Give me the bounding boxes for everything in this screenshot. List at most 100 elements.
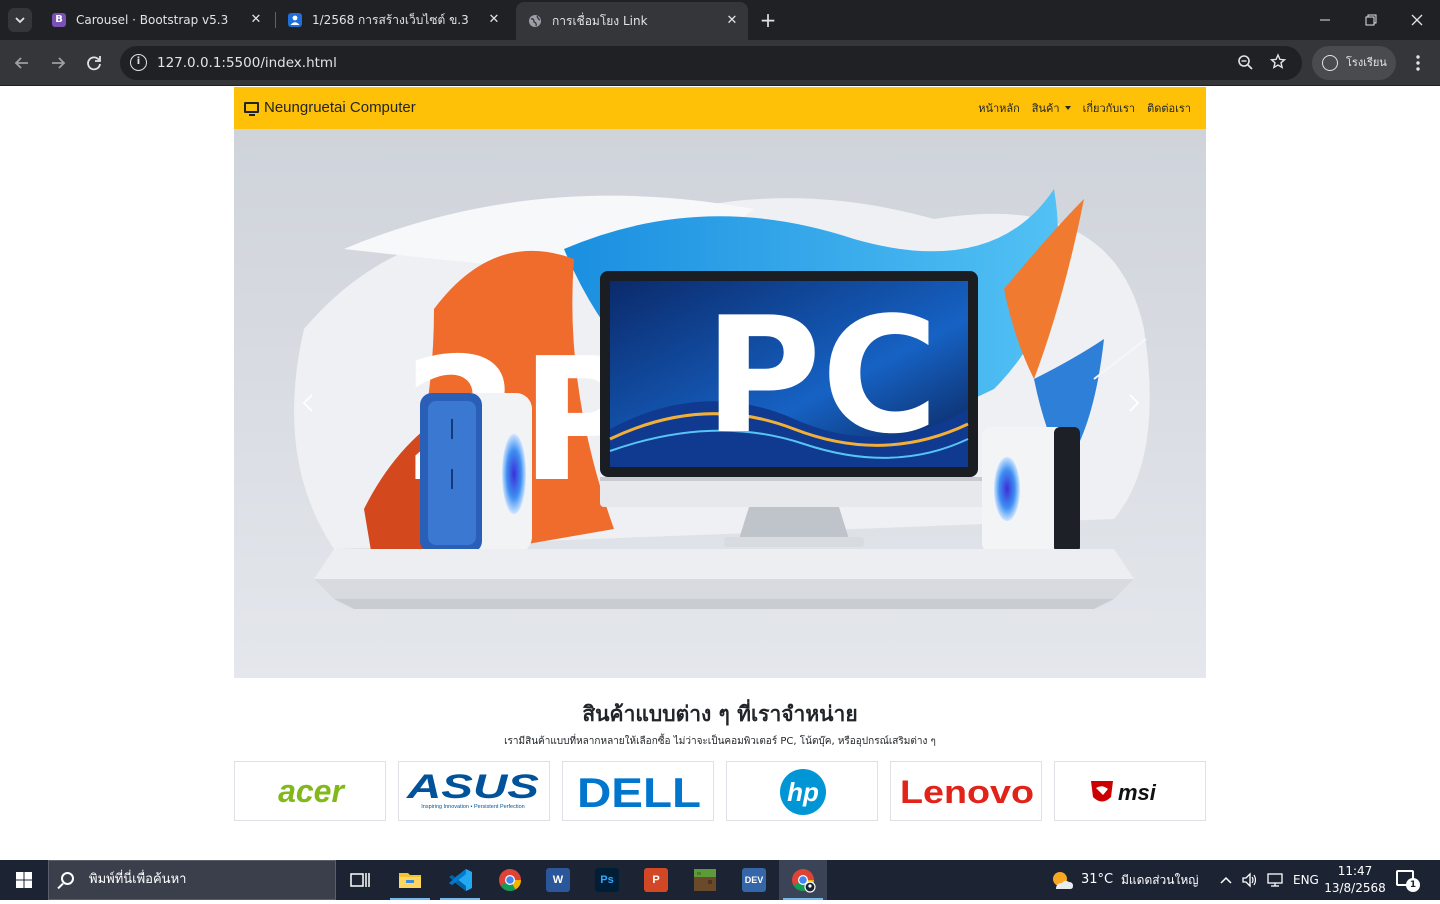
nav-link-home[interactable]: หน้าหลัก [978,99,1020,117]
taskbar-word[interactable]: W [534,860,582,900]
close-icon[interactable]: ✕ [724,2,740,40]
taskbar-search-box[interactable]: พิมพ์ที่นี่เพื่อค้นหา [48,860,336,900]
arrow-left-icon [14,57,28,69]
tab-title: Carousel · Bootstrap v5.3 [76,13,229,27]
back-button[interactable] [8,49,36,77]
taskbar-clock[interactable]: 11:47 13/8/2568 [1320,863,1390,897]
classroom-icon [288,13,302,27]
restore-icon [1365,14,1377,26]
minimize-icon [1320,19,1330,21]
bookmark-star-icon[interactable] [1264,46,1292,80]
browser-tab-strip: B Carousel · Bootstrap v5.3 ✕ 1/2568 การ… [0,0,1440,40]
taskbar-minecraft[interactable] [681,860,729,900]
hp-logo: hp [780,769,826,815]
taskbar-vscode[interactable] [436,860,484,900]
profile-button[interactable]: โรงเรียน [1312,46,1396,80]
new-tab-button[interactable]: + [756,6,780,34]
close-icon[interactable]: ✕ [248,6,264,34]
monitor-icon [244,102,259,116]
svg-text:ASUS: ASUS [406,768,540,806]
browser-tab[interactable]: B Carousel · Bootstrap v5.3 ✕ [40,6,272,34]
search-icon [61,872,74,885]
start-button[interactable] [0,860,48,900]
brand-card-msi[interactable]: msi [1054,761,1206,821]
forward-button[interactable] [44,49,72,77]
windows-taskbar: พิมพ์ที่นี่เพื่อค้นหา W Ps P DEV 31°C มี… [0,860,1440,900]
hero-carousel: 2P PC [234,129,1206,678]
task-view-button[interactable] [336,860,384,900]
reload-button[interactable] [80,49,108,77]
taskbar-devcpp[interactable]: DEV [730,860,778,900]
acer-logo: acer [278,773,345,809]
word-icon: W [546,868,570,892]
taskbar-file-explorer[interactable] [386,860,434,900]
navbar-links: หน้าหลัก สินค้า เกี่ยวกับเรา ติดต่อเรา [978,87,1191,129]
svg-text:DELL: DELL [577,769,701,816]
brand-card-asus[interactable]: ASUS Inspiring Innovation • Persistent P… [398,761,550,821]
nav-link-products[interactable]: สินค้า [1032,99,1071,117]
msi-logo: msi [1091,780,1157,805]
taskbar-search-placeholder: พิมพ์ที่นี่เพื่อค้นหา [89,872,187,887]
browser-tab-active[interactable]: การเชื่อมโยง Link ✕ [516,2,748,40]
browser-tab[interactable]: 1/2568 การสร้างเว็บไซต์ ข.3 ✕ [276,6,510,34]
vscode-icon [449,869,472,891]
zoom-icon[interactable] [1232,46,1260,80]
restore-button[interactable] [1348,0,1394,40]
reload-icon [87,56,101,71]
bootstrap-icon: B [52,13,66,27]
close-window-button[interactable] [1394,0,1440,40]
nav-link-about[interactable]: เกี่ยวกับเรา [1083,99,1136,117]
tab-title: 1/2568 การสร้างเว็บไซต์ ข.3 [312,13,469,27]
carousel-slide-image: 2P PC [234,129,1206,678]
address-url[interactable]: 127.0.0.1:5500/index.html [157,46,337,80]
svg-text:msi: msi [1118,780,1157,805]
taskbar-photoshop[interactable]: Ps [583,860,631,900]
file-explorer-icon [399,873,421,888]
globe-icon [528,14,542,28]
devcpp-icon: DEV [742,868,766,892]
weather-sun-icon[interactable] [1050,869,1074,891]
brand-card-acer[interactable]: acer [234,761,386,821]
nav-link-contact[interactable]: ติดต่อเรา [1147,99,1191,117]
speaker-icon[interactable] [1241,872,1259,888]
network-icon[interactable] [1266,872,1284,888]
chevron-down-icon [15,17,25,24]
chevron-left-icon [302,394,313,412]
brand-label: Neungruetai Computer [264,99,416,116]
navbar-brand[interactable]: Neungruetai Computer [244,87,416,129]
taskbar-chrome[interactable] [486,860,534,900]
svg-text:Inspiring Innovation • Persist: Inspiring Innovation • Persistent Perfec… [421,804,524,810]
weather-condition[interactable]: มีแดดส่วนใหญ่ [1121,860,1199,900]
chrome-profile-icon [792,869,816,893]
notification-center-icon[interactable]: 1 [1396,870,1420,892]
brand-card-hp[interactable]: hp [726,761,878,821]
brand-card-dell[interactable]: DELL [562,761,714,821]
taskbar-chrome-profile[interactable] [779,860,827,900]
address-bar[interactable]: i 127.0.0.1:5500/index.html [120,46,1302,80]
close-icon[interactable]: ✕ [486,6,502,34]
profile-avatar-icon [1322,55,1338,71]
site-info-icon[interactable]: i [130,54,147,71]
svg-text:acer: acer [278,773,345,809]
minimize-button[interactable] [1302,0,1348,40]
weather-temp[interactable]: 31°C [1081,860,1113,900]
tab-search-button[interactable] [8,8,32,32]
dell-logo: DELL [577,769,701,816]
slide-logo-right: PC [704,282,939,469]
powerpoint-icon: P [644,868,668,892]
site-navbar: Neungruetai Computer หน้าหลัก สินค้า เกี… [234,87,1206,129]
task-view-icon [350,873,370,887]
input-language[interactable]: ENG [1293,860,1319,900]
lenovo-logo: Lenovo [900,774,1034,810]
caret-down-icon [1064,106,1071,110]
asus-logo: ASUS Inspiring Innovation • Persistent P… [406,768,540,810]
chevron-up-icon[interactable] [1218,872,1234,888]
svg-text:Lenovo: Lenovo [900,774,1034,810]
taskbar-powerpoint[interactable]: P [632,860,680,900]
brand-card-lenovo[interactable]: Lenovo [890,761,1042,821]
browser-menu-button[interactable] [1406,49,1430,77]
carousel-prev-button[interactable] [294,388,324,418]
carousel-next-button[interactable] [1118,388,1148,418]
svg-text:hp: hp [787,777,819,807]
browser-toolbar: i 127.0.0.1:5500/index.html โรงเรียน [0,40,1440,86]
